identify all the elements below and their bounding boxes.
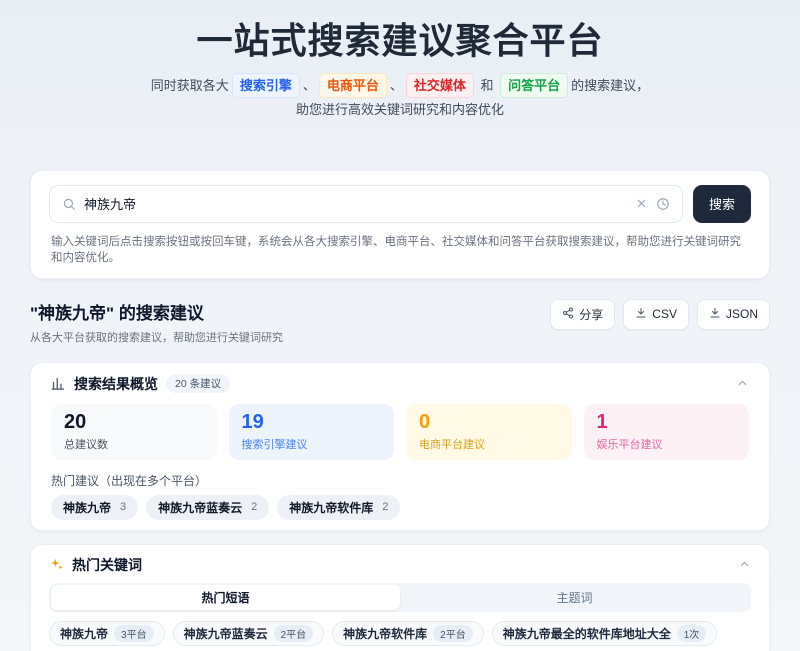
history-clock-icon[interactable] — [656, 197, 670, 211]
hot-keywords-card: 热门关键词 热门短语 主题词 神族九帝 3平台 神族九帝蓝奏云 2平台 — [30, 544, 770, 651]
stats-row: 20 总建议数 19 搜索引擎建议 0 电商平台建议 1 娱乐平台建议 — [51, 404, 749, 460]
stat-label: 娱乐平台建议 — [597, 436, 737, 452]
keyword-chips: 神族九帝 3平台 神族九帝蓝奏云 2平台 神族九帝软件库 2平台 神族九帝最全的… — [49, 621, 751, 651]
tab-topic-words[interactable]: 主题词 — [400, 585, 749, 610]
download-icon — [635, 307, 647, 322]
subtitle-separator-2: 、 — [390, 78, 403, 93]
sparkles-icon — [49, 557, 64, 572]
share-icon — [562, 307, 574, 322]
keyword-chip-label: 神族九帝软件库 — [343, 625, 427, 642]
export-json-button[interactable]: JSON — [697, 299, 770, 330]
subtitle-line2: 助您进行高效关键词研究和内容优化 — [296, 102, 504, 117]
clear-icon[interactable] — [635, 197, 648, 210]
keyword-chip-count-badge: 2平台 — [274, 625, 314, 642]
stat-label: 电商平台建议 — [419, 436, 559, 452]
collapse-chevron-up-icon[interactable] — [738, 558, 751, 571]
stat-total-suggestions: 20 总建议数 — [51, 404, 217, 460]
results-header-left: "神族九帝" 的搜索建议 从各大平台获取的搜索建议，帮助您进行关键词研究 — [30, 299, 283, 345]
hot-suggestions-label: 热门建议（出现在多个平台） — [51, 472, 749, 489]
search-row: 搜索 — [49, 185, 751, 223]
hot-chip-count: 3 — [120, 501, 126, 513]
hot-chip-label: 神族九帝 — [63, 499, 111, 516]
hot-chip-count: 2 — [382, 501, 388, 513]
overview-header: 搜索结果概览 20 条建议 — [51, 374, 749, 394]
search-input[interactable] — [84, 196, 627, 211]
search-button[interactable]: 搜索 — [693, 185, 751, 223]
hot-suggestion-chip[interactable]: 神族九帝 3 — [51, 495, 138, 520]
bar-chart-icon — [51, 376, 66, 391]
stat-value: 1 — [597, 411, 737, 433]
share-button-label: 分享 — [579, 306, 603, 323]
tab-hot-phrases[interactable]: 热门短语 — [51, 585, 400, 610]
stat-search-engine: 19 搜索引擎建议 — [229, 404, 395, 460]
results-subtitle: 从各大平台获取的搜索建议，帮助您进行关键词研究 — [30, 329, 283, 345]
tag-ecommerce: 电商平台 — [319, 73, 387, 98]
search-hint: 输入关键词后点击搜索按钮或按回车键，系统会从各大搜索引擎、电商平台、社交媒体和问… — [51, 233, 749, 265]
subtitle-suffix: 的搜索建议， — [571, 78, 649, 93]
keywords-header: 热门关键词 — [49, 555, 751, 575]
export-csv-button[interactable]: CSV — [623, 299, 689, 330]
export-json-label: JSON — [726, 307, 758, 321]
stat-entertainment: 1 娱乐平台建议 — [584, 404, 750, 460]
share-button[interactable]: 分享 — [550, 299, 615, 330]
keyword-chip-label: 神族九帝蓝奏云 — [184, 625, 268, 642]
stat-label: 搜索引擎建议 — [242, 436, 382, 452]
tag-search-engine: 搜索引擎 — [232, 73, 300, 98]
stat-value: 19 — [242, 411, 382, 433]
keyword-chip-label: 神族九帝 — [60, 625, 108, 642]
results-header: "神族九帝" 的搜索建议 从各大平台获取的搜索建议，帮助您进行关键词研究 分享 … — [30, 299, 770, 345]
subtitle-prefix: 同时获取各大 — [151, 78, 229, 93]
tag-qa-platform: 问答平台 — [500, 73, 568, 98]
hot-chip-label: 神族九帝蓝奏云 — [158, 499, 242, 516]
keyword-chip-count-badge: 2平台 — [433, 625, 473, 642]
subtitle-separator-1: 、 — [303, 78, 316, 93]
hot-suggestion-chip[interactable]: 神族九帝软件库 2 — [277, 495, 400, 520]
search-input-wrap[interactable] — [49, 185, 683, 223]
hero-subtitle: 同时获取各大搜索引擎、电商平台、社交媒体 和 问答平台的搜索建议，助您进行高效关… — [0, 73, 800, 122]
results-title: "神族九帝" 的搜索建议 — [30, 299, 283, 324]
stat-ecommerce: 0 电商平台建议 — [406, 404, 572, 460]
page-title: 一站式搜索建议聚合平台 — [0, 12, 800, 64]
stat-label: 总建议数 — [64, 436, 204, 452]
keywords-title: 热门关键词 — [72, 555, 142, 575]
results-actions: 分享 CSV JSON — [550, 299, 770, 330]
export-csv-label: CSV — [652, 307, 677, 321]
keyword-chip[interactable]: 神族九帝最全的软件库地址大全 1次 — [492, 621, 718, 646]
hot-chip-count: 2 — [251, 501, 257, 513]
page: 一站式搜索建议聚合平台 同时获取各大搜索引擎、电商平台、社交媒体 和 问答平台的… — [0, 0, 800, 651]
overview-card: 搜索结果概览 20 条建议 20 总建议数 19 搜索引擎建议 0 电商平台建议… — [30, 362, 770, 531]
hot-suggestion-chips: 神族九帝 3 神族九帝蓝奏云 2 神族九帝软件库 2 — [51, 495, 749, 520]
tag-social-media: 社交媒体 — [406, 73, 474, 98]
hot-suggestion-chip[interactable]: 神族九帝蓝奏云 2 — [146, 495, 269, 520]
keyword-chip-count-badge: 3平台 — [114, 625, 154, 642]
keyword-chip[interactable]: 神族九帝软件库 2平台 — [332, 621, 484, 646]
keyword-chip[interactable]: 神族九帝 3平台 — [49, 621, 165, 646]
keyword-chip-count-badge: 1次 — [677, 625, 707, 642]
stat-value: 0 — [419, 411, 559, 433]
hero: 一站式搜索建议聚合平台 同时获取各大搜索引擎、电商平台、社交媒体 和 问答平台的… — [0, 0, 800, 122]
keyword-chip[interactable]: 神族九帝蓝奏云 2平台 — [173, 621, 325, 646]
hot-chip-label: 神族九帝软件库 — [289, 499, 373, 516]
overview-title: 搜索结果概览 — [74, 374, 158, 394]
stat-value: 20 — [64, 411, 204, 433]
search-icon — [62, 197, 76, 211]
download-icon — [709, 307, 721, 322]
overview-count-badge: 20 条建议 — [166, 374, 230, 393]
keyword-chip-label: 神族九帝最全的软件库地址大全 — [503, 625, 671, 642]
subtitle-separator-3: 和 — [481, 78, 494, 93]
collapse-chevron-up-icon[interactable] — [736, 377, 749, 390]
keywords-tabs: 热门短语 主题词 — [49, 583, 751, 612]
search-card: 搜索 输入关键词后点击搜索按钮或按回车键，系统会从各大搜索引擎、电商平台、社交媒… — [30, 170, 770, 279]
